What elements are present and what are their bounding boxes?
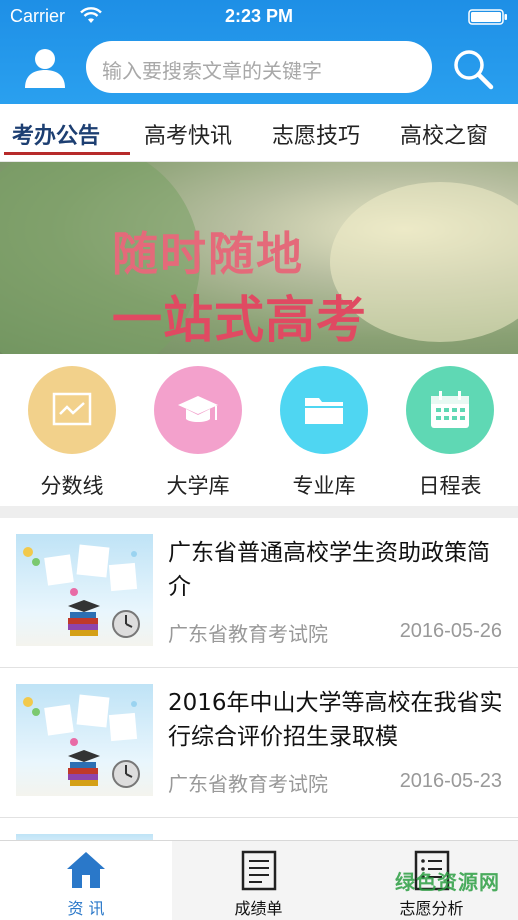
quick-link-universities[interactable]: 大学库 <box>148 366 248 500</box>
watermark: 绿色资源网 <box>395 870 500 894</box>
report-icon <box>241 850 276 891</box>
tabbar-news[interactable]: 资 讯 <box>0 841 172 920</box>
quick-link-label: 大学库 <box>166 474 230 498</box>
clock: 2:23 PM <box>224 6 294 26</box>
chart-icon <box>28 366 116 454</box>
tabbar-label: 志愿分析 <box>399 899 464 918</box>
status-bar: Carrier 2:23 PM <box>0 0 518 34</box>
tabbar-scores[interactable]: 成绩单 <box>172 841 345 920</box>
news-thumbnail <box>16 534 153 646</box>
news-title: 2016年中山大学等高校在我省实行综合评价招生录取模 <box>168 690 503 750</box>
tab-announcements[interactable]: 考办公告 <box>12 118 100 150</box>
banner-subheadline: 一站式高考 <box>112 291 367 349</box>
news-source: 广东省教育考试院 <box>168 772 328 796</box>
tab-application-tips[interactable]: 志愿技巧 <box>272 118 360 150</box>
section-divider <box>0 506 518 518</box>
news-title: 广东省普通高校学生资助政策简介 <box>168 540 490 600</box>
promo-banner[interactable]: 随时随地 一站式高考 <box>0 162 518 354</box>
news-date: 2016-05-23 <box>399 770 502 792</box>
tab-college-window[interactable]: 高校之窗 <box>400 118 488 150</box>
folder-icon <box>280 366 368 454</box>
calendar-icon <box>406 366 494 454</box>
home-icon <box>67 852 105 888</box>
banner-headline: 随时随地 <box>112 227 304 281</box>
search-icon[interactable] <box>452 48 494 90</box>
search-placeholder: 输入要搜索文章的关键字 <box>102 59 322 83</box>
quick-link-label: 分数线 <box>40 474 104 498</box>
news-date: 2016-05-26 <box>399 620 502 642</box>
quick-link-label: 日程表 <box>418 474 482 498</box>
battery-icon <box>468 9 507 25</box>
quick-link-score-lines[interactable]: 分数线 <box>22 366 122 500</box>
tab-news-flash[interactable]: 高考快讯 <box>144 118 232 150</box>
list-item[interactable]: 广东省普通高校学生资助政策简介 广东省教育考试院 2016-05-26 <box>0 518 518 668</box>
search-input[interactable]: 输入要搜索文章的关键字 <box>86 41 432 93</box>
tabbar-label: 成绩单 <box>234 899 283 918</box>
category-tabs: 考办公告 高考快讯 志愿技巧 高校之窗 <box>0 104 518 162</box>
app-header: Carrier 2:23 PM 输入要搜索文章的关键字 <box>0 0 518 104</box>
news-thumbnail <box>16 684 153 796</box>
user-icon[interactable] <box>22 44 68 90</box>
list-item[interactable]: 2016年中山大学等高校在我省实行综合评价招生录取模 广东省教育考试院 2016… <box>0 668 518 818</box>
quick-link-label: 专业库 <box>292 474 356 498</box>
news-source: 广东省教育考试院 <box>168 622 328 646</box>
tabbar-label: 资 讯 <box>67 899 105 918</box>
quick-links: 分数线 大学库 专业库 日程表 <box>0 354 518 506</box>
quick-link-schedule[interactable]: 日程表 <box>400 366 500 500</box>
quick-link-majors[interactable]: 专业库 <box>274 366 374 500</box>
active-tab-indicator <box>4 152 130 155</box>
graduation-cap-icon <box>154 366 242 454</box>
